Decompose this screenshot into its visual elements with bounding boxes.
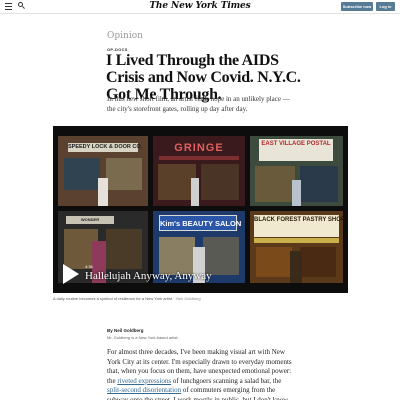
nyt-logo[interactable]: The New York Times	[0, 1, 400, 11]
video-duration: 4:36	[85, 264, 93, 269]
video-caption: A daily routine becomes a symbol of resi…	[53, 296, 348, 301]
storefront-thumbnail: SPEEDY LOCK & DOOR CO.	[58, 136, 148, 206]
storefront-sign: SPEEDY LOCK & DOOR CO.	[68, 143, 143, 152]
split-second-disorientation-link[interactable]: split-second disorientation	[107, 386, 181, 394]
storefront-thumbnail: EAST VILLAGE POSTAL	[250, 136, 343, 206]
video-player[interactable]: SPEEDY LOCK & DOOR CO. GRINGE EAST VILLA…	[53, 126, 348, 293]
video-title: Hallelujah Anyway, Anyway	[85, 270, 212, 282]
login-button[interactable]: Log in	[376, 2, 395, 11]
storefront-sign: GRINGE	[174, 142, 224, 154]
caption-credit: Neil Goldberg	[176, 296, 201, 301]
section-label[interactable]: Opinion	[107, 31, 143, 41]
storefront-sign: Kim's BEAUTY SALON	[159, 215, 241, 231]
top-navigation-bar: The New York Times Subscribe now Log in	[0, 0, 400, 14]
storefront-sign: EAST VILLAGE POSTAL	[259, 139, 333, 161]
author-bio: Mr. Goldberg is a New York-based artist.	[107, 335, 179, 340]
storefront-sign: WONDER	[66, 216, 114, 224]
body-text-segment: of lunchgoers scanning a salad bar, the	[171, 376, 282, 385]
byline[interactable]: By Neil Goldberg	[107, 328, 144, 333]
storefront-thumbnail: GRINGE	[153, 136, 245, 206]
article-summary: In this new short film, an artist finds …	[107, 95, 290, 113]
storefront-sign: BLACK FOREST PASTRY SHOP	[254, 215, 343, 237]
storefront-thumbnail: BLACK FOREST PASTRY SHOP	[250, 211, 343, 283]
article-body-paragraph: For almost three decades, I've been maki…	[107, 348, 297, 400]
play-icon[interactable]	[63, 264, 79, 284]
riveted-expressions-link[interactable]: riveted expressions	[117, 377, 171, 385]
caption-text: A daily routine becomes a symbol of resi…	[53, 296, 174, 301]
subscribe-button[interactable]: Subscribe now	[341, 2, 373, 11]
